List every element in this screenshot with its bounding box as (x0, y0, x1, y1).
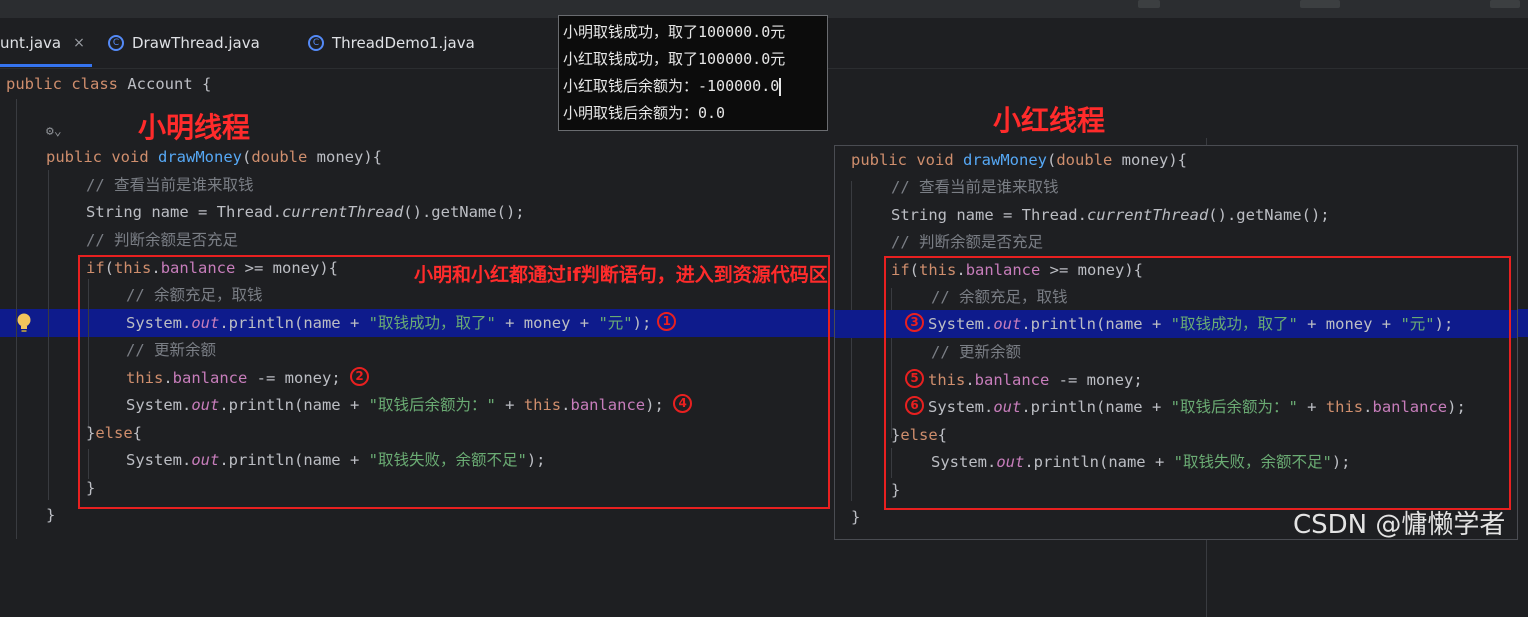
console-output[interactable]: 小明取钱成功，取了100000.0元 小红取钱成功，取了100000.0元 小红… (558, 15, 828, 131)
indent-guide (48, 170, 49, 500)
code-line-comment: // 查看当前是谁来取钱 (891, 178, 1059, 196)
tab-label: unt.java (0, 34, 62, 52)
active-tab-indicator (0, 64, 92, 67)
right-thread-label: 小红线程 (993, 104, 1106, 137)
code-line-name: String name = Thread.currentThread().get… (891, 206, 1330, 224)
indent-guide (851, 181, 852, 501)
title-bar-icon[interactable] (1300, 0, 1340, 8)
tab-threaddemo1-java[interactable]: C ThreadDemo1.java (308, 18, 475, 68)
code-line-method: public void drawMoney(double money){ (851, 151, 1187, 169)
class-run-icon: C (308, 35, 324, 51)
close-icon[interactable]: × (73, 35, 85, 51)
critical-section-note: 小明和小红都通过if判断语句，进入到资源代码区 (414, 264, 828, 286)
left-thread-label: 小明线程 (138, 111, 251, 144)
watermark: CSDN @慵懒学者 (1293, 510, 1506, 540)
tab-label: ThreadDemo1.java (332, 34, 475, 52)
code-line-comment: // 查看当前是谁来取钱 (86, 176, 254, 194)
code-line-method: public void drawMoney(double money){ (46, 148, 382, 166)
console-line: 小明取钱后余额为：0.0 (563, 104, 726, 122)
code-line-name: String name = Thread.currentThread().get… (86, 203, 525, 221)
title-bar-icon[interactable] (1490, 0, 1520, 8)
console-line: 小红取钱成功，取了100000.0元 (563, 50, 786, 68)
code-line-class: public class Account { (6, 75, 212, 93)
code-line-comment: // 判断余额是否充足 (86, 231, 238, 249)
tab-account-java[interactable]: unt.java × (0, 18, 85, 68)
code-line-close-method: } (851, 508, 861, 526)
left-critical-section-box (78, 255, 830, 509)
console-line: 小明取钱成功，取了100000.0元 (563, 23, 786, 41)
code-line-comment: // 判断余额是否充足 (891, 233, 1043, 251)
lightbulb-icon[interactable] (15, 312, 33, 334)
console-line: 小红取钱后余额为：-100000.0 (563, 77, 782, 96)
right-critical-section-box (884, 256, 1511, 510)
tab-label: DrawThread.java (132, 34, 260, 52)
title-bar-icon[interactable] (1138, 0, 1160, 8)
class-icon: C (108, 35, 124, 51)
code-line-close-method: } (46, 506, 56, 524)
tab-drawthread-java[interactable]: C DrawThread.java (108, 18, 260, 68)
text-cursor (779, 77, 782, 96)
inlay-hint-icon[interactable]: ⚙⌄ (46, 124, 62, 139)
